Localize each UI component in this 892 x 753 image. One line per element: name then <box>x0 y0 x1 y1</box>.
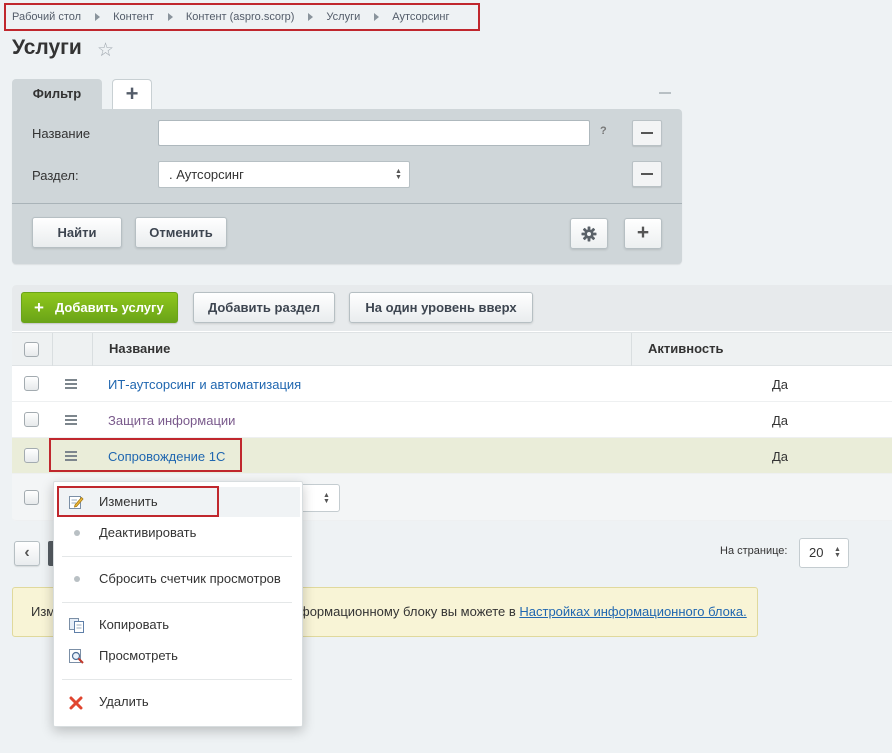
row-active-value: Да <box>772 377 789 392</box>
column-separator <box>631 333 632 366</box>
menu-item-copy[interactable]: Копировать <box>99 617 169 632</box>
filter-section-label: Раздел: <box>32 168 79 183</box>
row-active-value: Да <box>772 413 789 428</box>
collapse-filter-icon[interactable] <box>659 92 671 94</box>
breadcrumb-item-content[interactable]: Контент <box>113 11 154 23</box>
tab-filter[interactable]: Фильтр <box>12 79 102 111</box>
note-prefix: Изм <box>31 604 56 619</box>
edit-icon <box>69 496 84 509</box>
chevron-right-icon <box>374 13 380 21</box>
footer-checkbox[interactable] <box>24 490 39 505</box>
breadcrumb-item-outsourcing[interactable]: Аутсорсинг <box>392 11 449 23</box>
page-title: Услуги <box>12 36 82 59</box>
note-text: формационному блоку вы можете в Настройк… <box>299 604 747 619</box>
menu-item-reset-views[interactable]: Сбросить счетчик просмотров <box>99 571 281 586</box>
gear-icon <box>581 226 597 242</box>
delete-icon <box>69 696 83 710</box>
remove-section-field-button[interactable] <box>632 161 662 187</box>
iblock-settings-link[interactable]: Настройках информационного блока. <box>519 604 746 619</box>
add-service-button[interactable]: + Добавить услугу <box>21 292 178 323</box>
select-arrows-icon: ▲ ▼ <box>323 492 330 505</box>
help-icon[interactable]: ? <box>600 125 607 137</box>
chevron-right-icon <box>167 13 173 21</box>
remove-name-field-button[interactable] <box>632 120 662 146</box>
add-filter-tab-button[interactable]: + <box>112 79 152 109</box>
menu-item-edit[interactable]: Изменить <box>99 494 158 509</box>
column-separator <box>52 333 53 366</box>
menu-item-view[interactable]: Просмотреть <box>99 648 178 663</box>
filter-section-value: . Аутсорсинг <box>169 167 244 182</box>
menu-icon[interactable] <box>65 379 77 389</box>
row-title-link[interactable]: Защита информации <box>108 413 235 428</box>
menu-item-deactivate[interactable]: Деактивировать <box>99 525 196 540</box>
select-arrows-icon: ▲ ▼ <box>834 546 841 559</box>
per-page-label: На странице: <box>720 545 788 557</box>
row-active-value: Да <box>772 449 789 464</box>
select-arrows-icon: ▲ ▼ <box>395 168 402 181</box>
copy-icon <box>69 618 84 633</box>
plus-icon: + <box>34 298 44 317</box>
context-menu <box>53 481 303 727</box>
bullet-icon <box>74 530 80 536</box>
chevron-right-icon <box>308 13 314 21</box>
column-header-active[interactable]: Активность <box>648 341 723 356</box>
menu-separator <box>62 602 292 603</box>
breadcrumb: Рабочий стол Контент Контент (aspro.scor… <box>4 3 480 31</box>
row-title-link[interactable]: Сопровождение 1С <box>108 449 225 464</box>
breadcrumb-item-content-aspro[interactable]: Контент (aspro.scorp) <box>186 11 295 23</box>
find-button[interactable]: Найти <box>32 217 122 248</box>
level-up-button[interactable]: На один уровень вверх <box>349 292 533 323</box>
row-checkbox[interactable] <box>24 376 39 391</box>
bullet-icon <box>74 576 80 582</box>
menu-item-delete[interactable]: Удалить <box>99 694 149 709</box>
breadcrumb-item-desktop[interactable]: Рабочий стол <box>12 11 81 23</box>
filter-section-select[interactable]: . Аутсорсинг ▲ ▼ <box>158 161 410 188</box>
filter-divider <box>12 203 682 204</box>
filter-name-label: Название <box>32 126 91 141</box>
add-section-button[interactable]: Добавить раздел <box>193 292 335 323</box>
select-all-checkbox[interactable] <box>24 342 39 357</box>
note-text-body: формационному блоку вы можете в <box>299 604 516 619</box>
menu-icon[interactable] <box>65 415 77 425</box>
per-page-value: 20 <box>809 545 824 560</box>
prev-page-button[interactable]: ‹ <box>14 541 40 566</box>
row-title-link[interactable]: ИТ-аутсорсинг и автоматизация <box>108 377 301 392</box>
filter-name-input[interactable] <box>158 120 590 146</box>
star-icon[interactable]: ☆ <box>97 40 114 62</box>
filter-settings-button[interactable] <box>570 218 608 249</box>
add-service-label: Добавить услугу <box>55 300 164 315</box>
column-separator <box>92 333 93 366</box>
menu-separator <box>62 556 292 557</box>
menu-separator <box>62 679 292 680</box>
menu-icon[interactable] <box>65 451 77 461</box>
filter-add-button[interactable]: + <box>624 218 662 249</box>
preview-icon <box>69 649 84 664</box>
cancel-button[interactable]: Отменить <box>135 217 227 248</box>
chevron-right-icon <box>95 13 101 21</box>
breadcrumb-item-services[interactable]: Услуги <box>326 11 360 23</box>
row-checkbox[interactable] <box>24 412 39 427</box>
per-page-select[interactable]: 20 ▲ ▼ <box>799 538 849 568</box>
row-checkbox[interactable] <box>24 448 39 463</box>
column-header-name[interactable]: Название <box>109 341 170 356</box>
